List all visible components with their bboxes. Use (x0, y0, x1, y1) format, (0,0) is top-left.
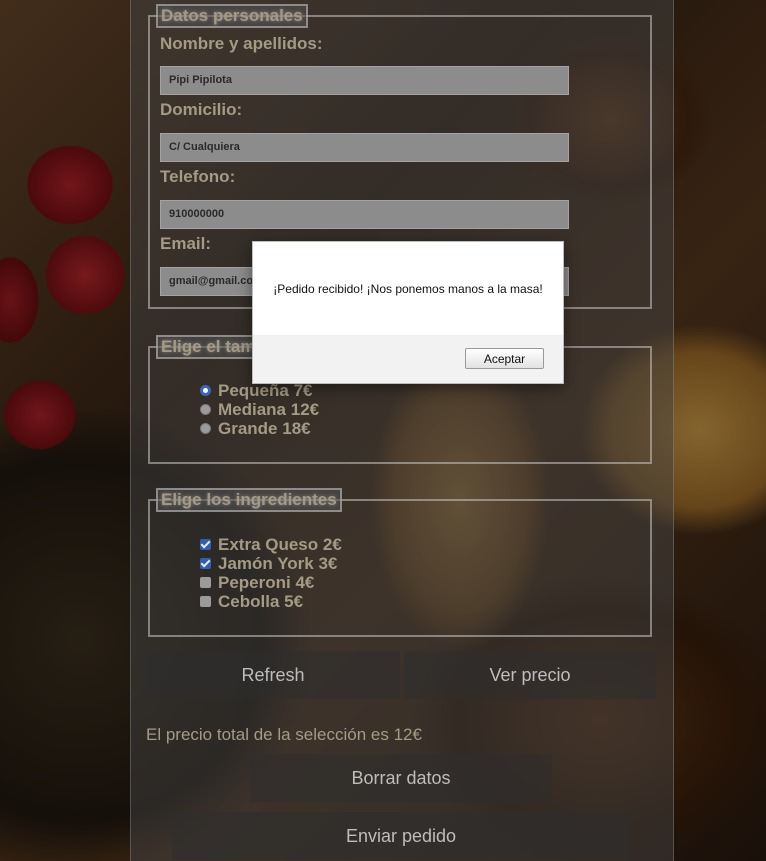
name-input[interactable]: Pipi Pipilota (160, 66, 569, 95)
ingredient-pepperoni[interactable]: Peperoni 4€ (200, 573, 314, 592)
address-input[interactable]: C/ Cualquiera (160, 133, 569, 162)
radio-selected-icon[interactable] (200, 385, 211, 396)
ingredient-ham[interactable]: Jamón York 3€ (200, 554, 337, 573)
address-label: Domicilio: (160, 100, 243, 119)
size-option-label: Grande 18€ (218, 418, 311, 438)
radio-icon[interactable] (200, 423, 211, 434)
size-option-large[interactable]: Grande 18€ (200, 419, 311, 438)
ingredient-label: Extra Queso 2€ (218, 534, 342, 554)
view-price-button[interactable]: Ver precio (404, 651, 656, 699)
ingredient-label: Peperoni 4€ (218, 572, 315, 592)
total-price-text: El precio total de la selección es 12€ (146, 725, 422, 744)
phone-input[interactable]: 910000000 (160, 200, 569, 229)
email-label: Email: (160, 234, 212, 253)
submit-order-button[interactable]: Enviar pedido (172, 812, 630, 860)
ingredient-extra-cheese[interactable]: Extra Queso 2€ (200, 535, 342, 554)
name-label: Nombre y apellidos: (160, 34, 323, 53)
checkbox-checked-icon[interactable] (200, 539, 211, 550)
personal-data-legend: Datos personales (156, 4, 308, 28)
ingredient-label: Cebolla 5€ (218, 591, 304, 611)
checkbox-icon[interactable] (200, 596, 211, 607)
clear-data-button[interactable]: Borrar datos (250, 754, 552, 802)
refresh-button[interactable]: Refresh (146, 651, 400, 699)
alert-message: ¡Pedido recibido! ¡Nos ponemos manos a l… (273, 282, 543, 296)
size-option-label: Mediana 12€ (218, 399, 320, 419)
phone-label: Telefono: (160, 167, 236, 186)
size-option-medium[interactable]: Mediana 12€ (200, 400, 319, 419)
ingredients-legend: Elige los ingredientes (156, 488, 342, 512)
alert-body: ¡Pedido recibido! ¡Nos ponemos manos a l… (253, 242, 563, 335)
accept-button[interactable]: Aceptar (465, 348, 544, 369)
radio-icon[interactable] (200, 404, 211, 415)
alert-dialog: ¡Pedido recibido! ¡Nos ponemos manos a l… (252, 241, 564, 384)
ingredient-onion[interactable]: Cebolla 5€ (200, 592, 303, 611)
checkbox-icon[interactable] (200, 577, 211, 588)
ingredient-label: Jamón York 3€ (218, 553, 338, 573)
checkbox-checked-icon[interactable] (200, 558, 211, 569)
